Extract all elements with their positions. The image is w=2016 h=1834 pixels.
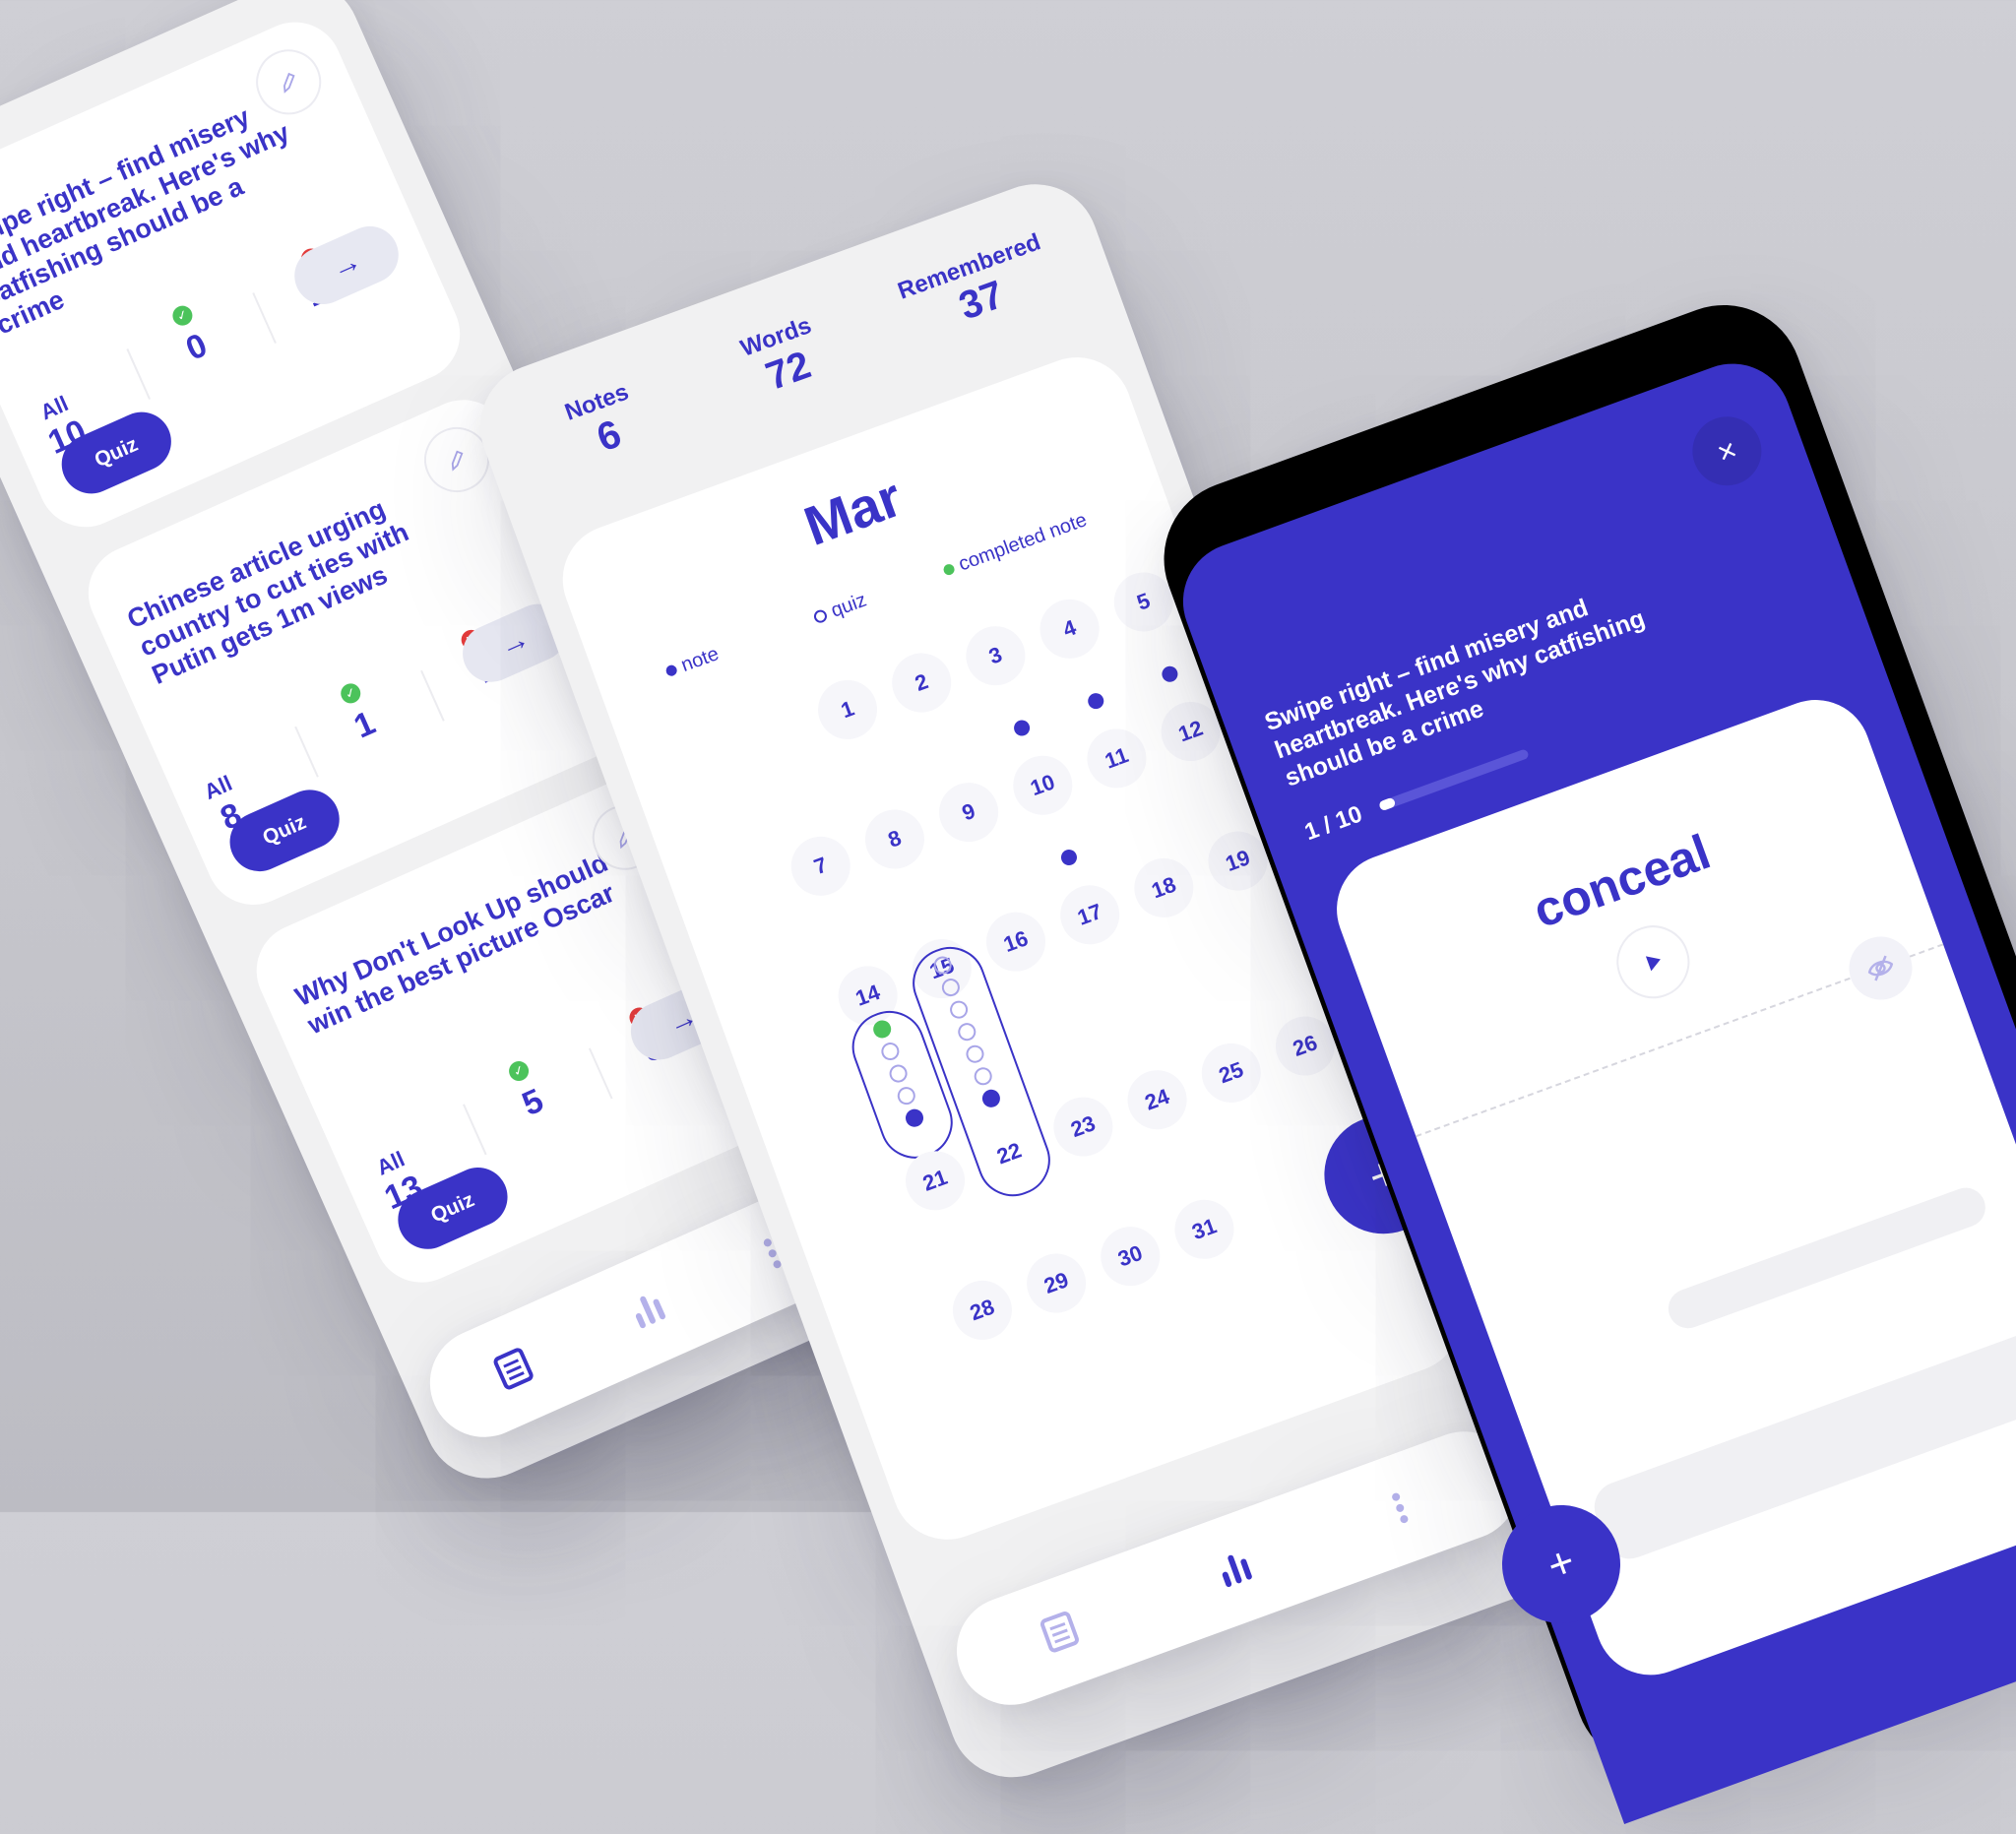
tab-more[interactable] bbox=[1388, 1489, 1413, 1532]
toggle-translation-button[interactable] bbox=[1840, 927, 1922, 1009]
quiz-ring-icon bbox=[955, 1020, 978, 1043]
completed-dot-icon bbox=[870, 1017, 894, 1042]
quiz-ring-icon bbox=[939, 976, 963, 999]
notes-icon bbox=[1040, 1612, 1079, 1653]
stat-correct: ✓ 1 bbox=[338, 680, 382, 747]
calendar-day[interactable]: 17 bbox=[1051, 876, 1128, 953]
more-icon bbox=[1392, 1492, 1409, 1524]
stat-words: Words 72 bbox=[736, 312, 817, 400]
note-marker bbox=[1160, 664, 1180, 685]
calendar-day[interactable]: 24 bbox=[1119, 1061, 1196, 1138]
progress-bar bbox=[1378, 748, 1530, 812]
tab-notes[interactable] bbox=[489, 1344, 539, 1399]
divider bbox=[420, 669, 445, 722]
divider bbox=[252, 292, 277, 345]
divider bbox=[463, 1104, 487, 1156]
divider bbox=[126, 348, 151, 400]
pencil-icon bbox=[283, 72, 295, 94]
calendar-day[interactable]: 11 bbox=[1079, 720, 1155, 796]
calendar-day[interactable]: 8 bbox=[856, 801, 933, 877]
eye-off-icon bbox=[1867, 955, 1894, 981]
stat-remembered: Remembered 37 bbox=[894, 228, 1044, 329]
calendar-day[interactable]: 3 bbox=[957, 617, 1034, 694]
calendar-day[interactable]: 25 bbox=[1193, 1035, 1270, 1111]
calendar-day[interactable]: 28 bbox=[944, 1272, 1021, 1349]
placeholder-line bbox=[1663, 1182, 1991, 1334]
calendar-day[interactable]: 4 bbox=[1032, 591, 1108, 667]
calendar-day[interactable]: 1 bbox=[809, 671, 886, 748]
note-marker bbox=[1058, 847, 1080, 868]
calendar-day[interactable]: 23 bbox=[1044, 1089, 1121, 1166]
note-title: Why Don't Look Up should win the best pi… bbox=[290, 847, 619, 1041]
quiz-ring-icon bbox=[878, 1040, 902, 1063]
calendar-day[interactable]: 29 bbox=[1018, 1245, 1095, 1321]
divider bbox=[588, 1047, 613, 1100]
close-button[interactable]: × bbox=[1682, 407, 1772, 496]
tab-notes[interactable] bbox=[1037, 1608, 1085, 1662]
calendar-day[interactable]: 16 bbox=[977, 904, 1054, 980]
quiz-ring-icon bbox=[947, 998, 971, 1022]
divider bbox=[294, 726, 319, 778]
calendar-day[interactable]: 31 bbox=[1166, 1191, 1242, 1268]
note-marker bbox=[1086, 690, 1106, 712]
answer-placeholder bbox=[1587, 1326, 2016, 1566]
pencil-icon bbox=[451, 450, 464, 472]
tab-stats[interactable] bbox=[1213, 1546, 1258, 1595]
calendar-day[interactable]: 7 bbox=[783, 828, 859, 905]
progress-text: 1 / 10 bbox=[1300, 800, 1366, 847]
check-icon: ✓ bbox=[505, 1057, 533, 1085]
quiz-ring-icon bbox=[963, 1043, 987, 1066]
stat-correct: ✓ 0 bbox=[169, 302, 214, 369]
note-dot-icon bbox=[664, 664, 679, 678]
check-icon: ✓ bbox=[338, 680, 364, 707]
quiz-ring-icon bbox=[931, 953, 955, 978]
progress-fill bbox=[1378, 796, 1397, 812]
notes-icon bbox=[493, 1348, 534, 1390]
legend-quiz: quiz bbox=[810, 589, 869, 629]
quiz-ring-icon bbox=[812, 607, 829, 625]
tab-stats[interactable] bbox=[625, 1286, 672, 1336]
calendar-day[interactable]: 9 bbox=[930, 774, 1007, 851]
bar-chart-icon bbox=[635, 1296, 666, 1329]
note-marker bbox=[1011, 718, 1033, 738]
quiz-ring-icon bbox=[972, 1064, 995, 1088]
calendar-day[interactable]: 18 bbox=[1125, 850, 1202, 926]
quiz-button[interactable]: Quiz bbox=[220, 780, 349, 881]
check-icon: ✓ bbox=[169, 302, 196, 329]
stat-notes: Notes 6 bbox=[561, 378, 633, 461]
calendar-day[interactable]: 10 bbox=[1004, 747, 1081, 824]
legend-completed: completed note bbox=[940, 509, 1090, 582]
play-icon bbox=[1645, 956, 1661, 972]
legend-note: note bbox=[662, 643, 722, 683]
note-dot-icon bbox=[903, 1107, 926, 1130]
mockup-stage: Swipe right – find misery and heartbreak… bbox=[0, 0, 2016, 1824]
calendar-day[interactable]: 30 bbox=[1092, 1218, 1168, 1295]
note-dot-icon bbox=[979, 1087, 1003, 1110]
stat-correct: ✓ 5 bbox=[505, 1057, 550, 1125]
bar-chart-icon bbox=[1222, 1554, 1252, 1588]
play-audio-button[interactable] bbox=[1606, 915, 1700, 1009]
quiz-ring-icon bbox=[895, 1084, 918, 1107]
note-title: Swipe right – find misery and heartbreak… bbox=[0, 101, 294, 341]
calendar-day[interactable]: 2 bbox=[883, 645, 960, 721]
note-title: Chinese article urging country to cut ti… bbox=[122, 493, 413, 691]
quiz-ring-icon bbox=[887, 1062, 911, 1086]
completed-dot-icon bbox=[942, 562, 957, 577]
